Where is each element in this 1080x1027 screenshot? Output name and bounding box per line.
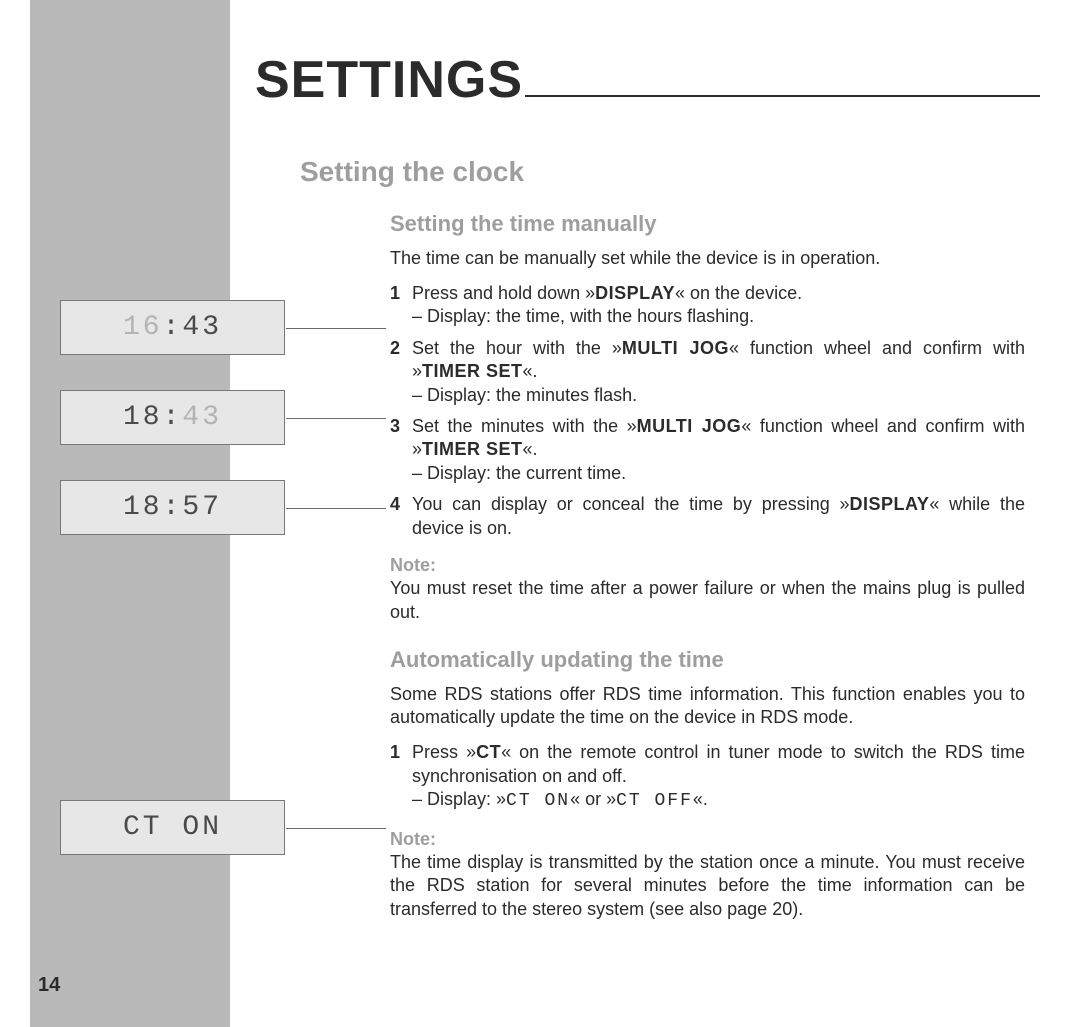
note-body: You must reset the time after a power fa…	[390, 577, 1025, 624]
button-ref-timer-set: TIMER SET	[422, 439, 523, 459]
lcd-text-dim: 43	[182, 402, 222, 433]
lcd-display-minutes-flashing: 18:43	[60, 390, 285, 445]
step-result: – Display: »CT ON« or »CT OFF«.	[412, 788, 1025, 813]
leader-line	[286, 828, 386, 829]
step-text: «.	[523, 361, 538, 381]
page-title: SETTINGS	[255, 50, 523, 110]
step-number: 1	[390, 741, 412, 813]
step-item: 4 You can display or conceal the time by…	[390, 493, 1025, 540]
step-number: 3	[390, 415, 412, 485]
note-label: Note:	[390, 828, 1025, 851]
steps-list-a: 1 Press and hold down »DISPLAY« on the d…	[390, 282, 1025, 540]
page-title-row: SETTINGS	[255, 50, 1040, 110]
step-text: « on the device.	[675, 283, 802, 303]
step-number: 1	[390, 282, 412, 329]
page-number: 14	[38, 974, 60, 997]
button-ref-multi-jog: MULTI JOG	[637, 416, 742, 436]
lcd-text: 18:	[123, 402, 182, 433]
display-value-ct-on: CT ON	[506, 791, 570, 811]
step-item: 2 Set the hour with the »MULTI JOG« func…	[390, 337, 1025, 407]
button-ref-timer-set: TIMER SET	[422, 361, 523, 381]
step-result: – Display: the current time.	[412, 462, 1025, 485]
button-ref-ct: CT	[476, 742, 501, 762]
steps-list-b: 1 Press »CT« on the remote control in tu…	[390, 741, 1025, 813]
display-value-ct-off: CT OFF	[616, 791, 693, 811]
intro-text: The time can be manually set while the d…	[390, 247, 1025, 270]
intro-text: Some RDS stations offer RDS time informa…	[390, 683, 1025, 730]
step-item: 3 Set the minutes with the »MULTI JOG« f…	[390, 415, 1025, 485]
lcd-text: :43	[163, 312, 222, 343]
title-rule	[525, 95, 1040, 97]
content-column: Setting the time manually The time can b…	[390, 210, 1025, 939]
leader-line	[286, 418, 386, 419]
step-result: – Display: the time, with the hours flas…	[412, 305, 1025, 328]
heading-auto-update-time: Automatically updating the time	[390, 646, 1025, 675]
step-result: – Display: the minutes flash.	[412, 384, 1025, 407]
button-ref-display: DISPLAY	[850, 494, 930, 514]
step-text: « on the remote control in tuner mode to…	[412, 742, 1025, 785]
button-ref-multi-jog: MULTI JOG	[622, 338, 729, 358]
heading-setting-time-manually: Setting the time manually	[390, 210, 1025, 239]
step-item: 1 Press »CT« on the remote control in tu…	[390, 741, 1025, 813]
lcd-display-ct-on: CT ON	[60, 800, 285, 855]
note-label: Note:	[390, 554, 1025, 577]
lcd-text: CT ON	[123, 812, 222, 843]
lcd-text-dim: 16	[123, 312, 163, 343]
step-item: 1 Press and hold down »DISPLAY« on the d…	[390, 282, 1025, 329]
heading-setting-the-clock: Setting the clock	[300, 156, 524, 188]
step-text: Set the hour with the »	[412, 338, 622, 358]
lcd-display-hours-flashing: 16:43	[60, 300, 285, 355]
step-text: «.	[523, 439, 538, 459]
manual-page: 14 SETTINGS Setting the clock 16:43 18:4…	[0, 0, 1080, 1027]
leader-line	[286, 328, 386, 329]
step-text: You can display or conceal the time by p…	[412, 494, 850, 514]
button-ref-display: DISPLAY	[595, 283, 675, 303]
lcd-text: 18:57	[123, 492, 222, 523]
step-number: 4	[390, 493, 412, 540]
leader-line	[286, 508, 386, 509]
step-text: Press »	[412, 742, 476, 762]
step-number: 2	[390, 337, 412, 407]
step-text: Press and hold down »	[412, 283, 595, 303]
lcd-display-current-time: 18:57	[60, 480, 285, 535]
note-body: The time display is transmitted by the s…	[390, 851, 1025, 921]
step-text: Set the minutes with the »	[412, 416, 637, 436]
